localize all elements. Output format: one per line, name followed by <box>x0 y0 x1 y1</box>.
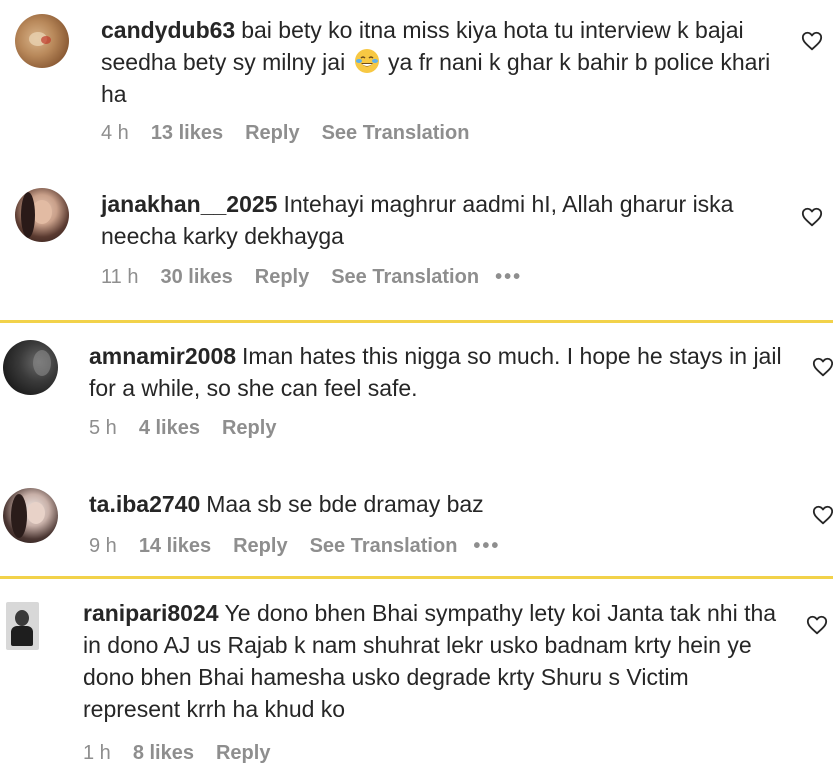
avatar[interactable] <box>6 602 39 650</box>
comment-username[interactable]: janakhan__2025 <box>101 191 277 217</box>
comments-panel-3: ranipari8024 Ye dono bhen Bhai sympathy l… <box>0 579 833 775</box>
comment-meta: 5 h 4 likes Reply <box>89 417 298 440</box>
comment-username[interactable]: ranipari8024 <box>83 600 219 626</box>
reply-button[interactable]: Reply <box>222 417 276 440</box>
avatar[interactable] <box>15 14 69 68</box>
comment-item: candydub63 bai bety ko itna miss kiya hot… <box>0 0 833 160</box>
heart-icon[interactable] <box>801 30 823 52</box>
comment-meta: 4 h 13 likes Reply See Translation <box>101 122 485 145</box>
heart-icon[interactable] <box>806 614 828 636</box>
more-options-icon[interactable]: ••• <box>473 535 500 558</box>
comment-text: ranipari8024 Ye dono bhen Bhai sympathy l… <box>83 600 777 722</box>
heart-icon[interactable] <box>812 356 833 378</box>
reply-button[interactable]: Reply <box>233 535 287 558</box>
likes-count[interactable]: 8 likes <box>133 742 194 765</box>
see-translation-button[interactable]: See Translation <box>331 266 479 289</box>
heart-icon[interactable] <box>801 206 823 228</box>
avatar[interactable] <box>15 188 69 242</box>
comment-username[interactable]: ta.iba2740 <box>89 491 200 517</box>
comment-time: 11 h <box>101 266 139 288</box>
comments-panel-2: amnamir2008 Iman hates this nigga so much… <box>0 323 833 576</box>
reply-button[interactable]: Reply <box>216 742 270 765</box>
comment-text: amnamir2008 Iman hates this nigga so much… <box>89 343 782 401</box>
reply-button[interactable]: Reply <box>245 122 299 145</box>
comment-username[interactable]: amnamir2008 <box>89 343 236 369</box>
reply-button[interactable]: Reply <box>255 266 309 289</box>
comment-meta: 1 h 8 likes Reply <box>83 742 292 765</box>
comment-item: ta.iba2740 Maa sb se bde dramay baz 9 h 1… <box>0 458 833 576</box>
likes-count[interactable]: 4 likes <box>139 417 200 440</box>
comment-time: 4 h <box>101 122 129 144</box>
comments-panel-1: candydub63 bai bety ko itna miss kiya hot… <box>0 0 833 320</box>
see-translation-button[interactable]: See Translation <box>322 122 470 145</box>
comment-text: ta.iba2740 Maa sb se bde dramay baz <box>89 491 484 517</box>
comment-time: 9 h <box>89 535 117 557</box>
likes-count[interactable]: 13 likes <box>151 122 223 145</box>
see-translation-button[interactable]: See Translation <box>310 535 458 558</box>
heart-icon[interactable] <box>812 504 833 526</box>
comment-time: 1 h <box>83 742 111 764</box>
likes-count[interactable]: 30 likes <box>160 266 232 289</box>
comment-text: janakhan__2025 Intehayi maghrur aadmi hI,… <box>101 191 734 249</box>
more-options-icon[interactable]: ••• <box>495 266 522 289</box>
comment-meta: 9 h 14 likes Reply See Translation ••• <box>89 535 500 558</box>
likes-count[interactable]: 14 likes <box>139 535 211 558</box>
comment-item: ranipari8024 Ye dono bhen Bhai sympathy l… <box>0 579 833 775</box>
avatar[interactable] <box>3 488 58 543</box>
comment-username[interactable]: candydub63 <box>101 17 235 43</box>
comment-text: candydub63 bai bety ko itna miss kiya hot… <box>101 17 771 107</box>
comment-time: 5 h <box>89 417 117 439</box>
comment-item: janakhan__2025 Intehayi maghrur aadmi hI,… <box>0 160 833 320</box>
comment-item: amnamir2008 Iman hates this nigga so much… <box>0 323 833 458</box>
comment-meta: 11 h 30 likes Reply See Translation ••• <box>101 266 522 289</box>
face-with-tears-of-joy-icon <box>354 49 379 73</box>
avatar[interactable] <box>3 340 58 395</box>
